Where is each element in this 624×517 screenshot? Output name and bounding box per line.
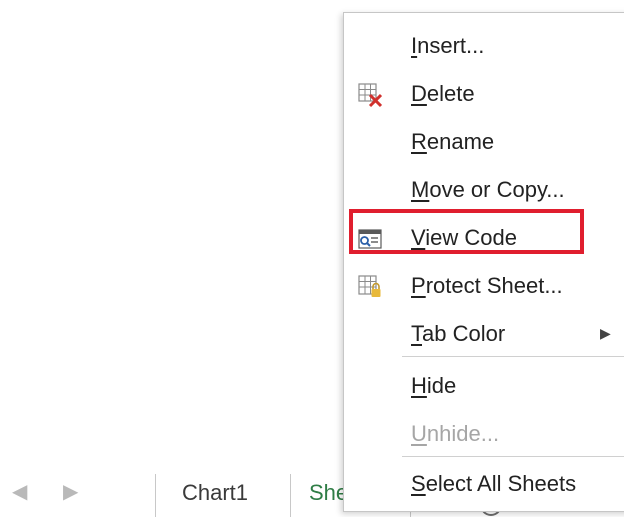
delete-sheet-icon (358, 83, 383, 108)
view-code-icon (358, 229, 382, 249)
menu-item-unhide: Unhide... (344, 411, 624, 457)
menu-item-move-or-copy[interactable]: Move or Copy... (344, 167, 624, 213)
menu-item-label: Hide (411, 373, 457, 398)
menu-item-hide[interactable]: Hide (344, 363, 624, 409)
menu-item-delete[interactable]: Delete (344, 71, 624, 117)
protect-sheet-icon (358, 275, 381, 297)
context-menu: Insert... Delete Rename Move or Copy... (343, 12, 624, 512)
menu-item-label: Insert... (411, 33, 485, 58)
menu-item-label: Select All Sheets (411, 471, 577, 496)
menu-item-protect-sheet[interactable]: Protect Sheet... (344, 263, 624, 309)
tab-divider (155, 474, 156, 517)
menu-item-select-all-sheets[interactable]: Select All Sheets (344, 461, 624, 507)
menu-item-label: Delete (411, 81, 475, 106)
menu-item-rename[interactable]: Rename (344, 119, 624, 165)
menu-item-label: Rename (411, 129, 495, 154)
menu-item-label: Move or Copy... (411, 177, 565, 202)
tab-divider (290, 474, 291, 517)
menu-item-view-code[interactable]: View Code (344, 215, 624, 261)
menu-divider (402, 456, 624, 457)
menu-item-label: Protect Sheet... (411, 273, 563, 298)
menu-item-label: Unhide... (411, 421, 500, 446)
menu-item-label: Tab Color (411, 321, 506, 346)
menu-item-tab-color[interactable]: Tab Color ▶ (344, 311, 624, 357)
menu-divider (402, 356, 624, 357)
chevron-right-icon[interactable]: ▶ (63, 482, 78, 502)
triangle-right-icon: ▶ (600, 325, 611, 341)
tab-chart1[interactable]: Chart1 (182, 482, 248, 504)
chevron-left-icon[interactable]: ◀ (12, 482, 27, 502)
menu-item-insert[interactable]: Insert... (344, 23, 624, 69)
menu-item-label: View Code (411, 225, 517, 250)
excel-window: ◀ ▶ Chart1 Sheet1 Insert... Delete (0, 0, 624, 517)
